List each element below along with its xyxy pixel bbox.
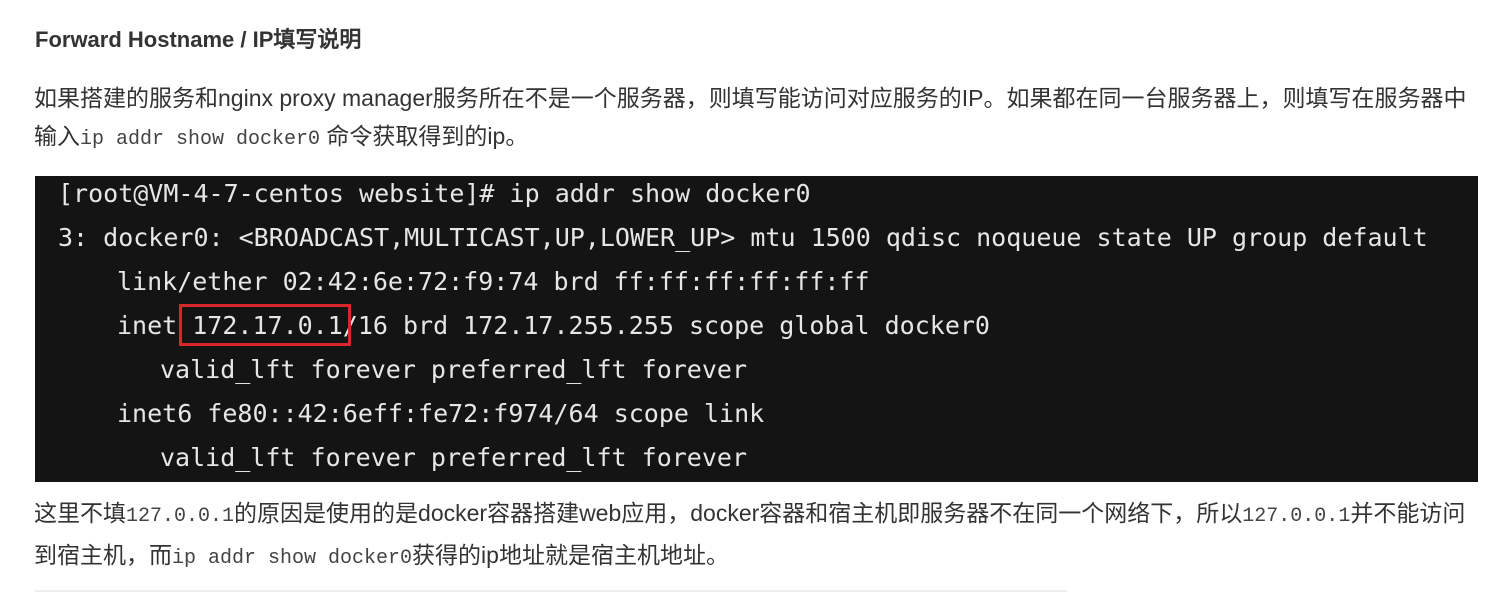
inline-code-localhost-2: 127.0.0.1 — [1242, 505, 1351, 528]
terminal-screenshot: [root@VM-4-7-centos website]# ip addr sh… — [35, 176, 1478, 482]
inline-code-command-2: ip addr show docker0 — [172, 547, 413, 570]
explanation-paragraph: 这里不填127.0.0.1的原因是使用的是docker容器搭建web应用，doc… — [34, 494, 1474, 578]
terminal-line-valid-lft-2: valid_lft forever preferred_lft forever — [160, 443, 747, 472]
terminal-line-interface: 3: docker0: <BROADCAST,MULTICAST,UP,LOWE… — [58, 223, 1428, 252]
explain-text-4: 获得的ip地址就是宿主机地址。 — [412, 542, 729, 568]
explain-text-1: 这里不填 — [34, 500, 126, 526]
intro-text-after: 命令获取得到的ip。 — [320, 123, 529, 149]
ip-highlight-box — [179, 304, 351, 346]
terminal-line-valid-lft: valid_lft forever preferred_lft forever — [160, 355, 747, 384]
section-heading: Forward Hostname / IP填写说明 — [35, 27, 362, 52]
intro-paragraph: 如果搭建的服务和nginx proxy manager服务所在不是一个服务器，则… — [34, 79, 1474, 159]
terminal-line-prompt: [root@VM-4-7-centos website]# ip addr sh… — [58, 179, 811, 208]
terminal-line-link-ether: link/ether 02:42:6e:72:f9:74 brd ff:ff:f… — [117, 267, 870, 296]
inline-code-command: ip addr show docker0 — [80, 128, 321, 151]
explain-text-2: 的原因是使用的是docker容器搭建web应用，docker容器和宿主机即服务器… — [234, 500, 1243, 526]
terminal-line-inet6: inet6 fe80::42:6eff:fe72:f974/64 scope l… — [117, 399, 765, 428]
inline-code-localhost: 127.0.0.1 — [126, 505, 235, 528]
section-divider — [35, 590, 1067, 592]
